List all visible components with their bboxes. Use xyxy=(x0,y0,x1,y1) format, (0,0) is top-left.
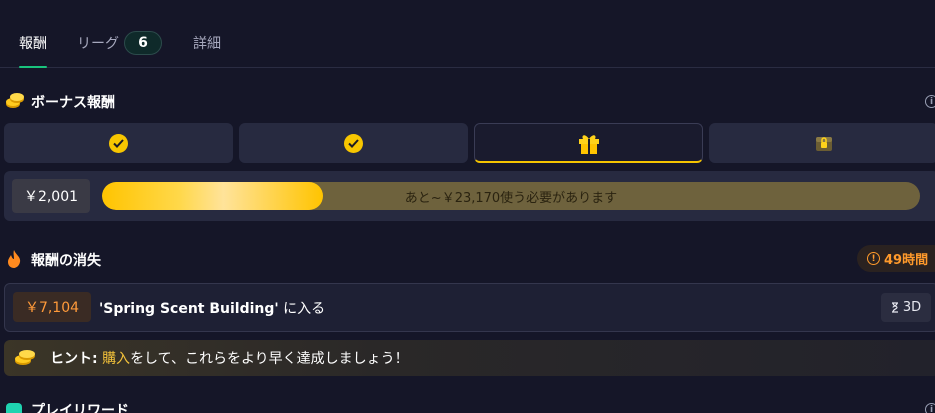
game-name: 'Spring Scent Building' xyxy=(99,301,279,317)
hourglass-icon xyxy=(891,302,898,313)
check-icon xyxy=(109,133,128,153)
spent-amount: ￥2,001 xyxy=(12,179,90,213)
tab-bar: 報酬 リーグ 6 詳細 xyxy=(0,0,935,68)
league-count-badge: 6 xyxy=(124,31,162,55)
coins-icon xyxy=(14,349,36,367)
locked-chest-icon xyxy=(815,137,832,151)
reward-suffix: に入る xyxy=(278,301,326,317)
bonus-section-title: ボーナス報酬 xyxy=(31,95,115,111)
info-icon[interactable]: i xyxy=(925,403,935,413)
progress-text: あと~￥23,170使う必要があります xyxy=(404,190,618,206)
info-icon[interactable]: i xyxy=(925,95,935,108)
warning-icon: ! xyxy=(867,252,880,265)
play-rewards-icon xyxy=(6,403,22,413)
hint-text: ヒント: 購入をして、これらをより早く達成しましょう！ xyxy=(50,348,409,368)
expiring-section-title: 報酬の消失 xyxy=(31,253,101,269)
time-left-text: 49時間 xyxy=(884,253,929,268)
tab-rewards[interactable]: 報酬 xyxy=(19,33,47,53)
bonus-progress-panel: ￥2,001 あと~￥23,170使う必要があります xyxy=(4,171,935,221)
time-left-badge: ! 49時間 xyxy=(857,245,935,272)
tier-3[interactable] xyxy=(474,123,703,163)
coins-icon xyxy=(5,92,25,110)
tab-league[interactable]: リーグ xyxy=(77,33,119,53)
progress-bar: あと~￥23,170使う必要があります xyxy=(102,182,920,210)
hint-bar: ヒント: 購入をして、これらをより早く達成しましょう！ xyxy=(4,340,935,376)
reward-amount: ￥7,104 xyxy=(13,292,91,322)
tab-details[interactable]: 詳細 xyxy=(193,33,221,53)
hint-label: ヒント: xyxy=(50,351,98,367)
play-rewards-title: プレイリワード xyxy=(31,403,129,413)
hint-rest: をして、これらをより早く達成しましょう！ xyxy=(130,351,409,367)
tier-1[interactable] xyxy=(4,123,233,163)
purchase-link[interactable]: 購入 xyxy=(102,351,130,367)
gift-icon xyxy=(578,134,599,154)
expiring-reward-row[interactable]: ￥7,104 'Spring Scent Building' に入る 3D xyxy=(4,283,935,332)
check-icon xyxy=(344,133,363,153)
reward-description: 'Spring Scent Building' に入る xyxy=(99,298,325,318)
active-tab-indicator xyxy=(19,66,47,68)
flame-icon xyxy=(6,249,22,269)
duration-chip: 3D xyxy=(881,293,931,322)
tier-4[interactable] xyxy=(709,123,935,163)
duration-text: 3D xyxy=(902,300,922,315)
tier-2[interactable] xyxy=(239,123,468,163)
